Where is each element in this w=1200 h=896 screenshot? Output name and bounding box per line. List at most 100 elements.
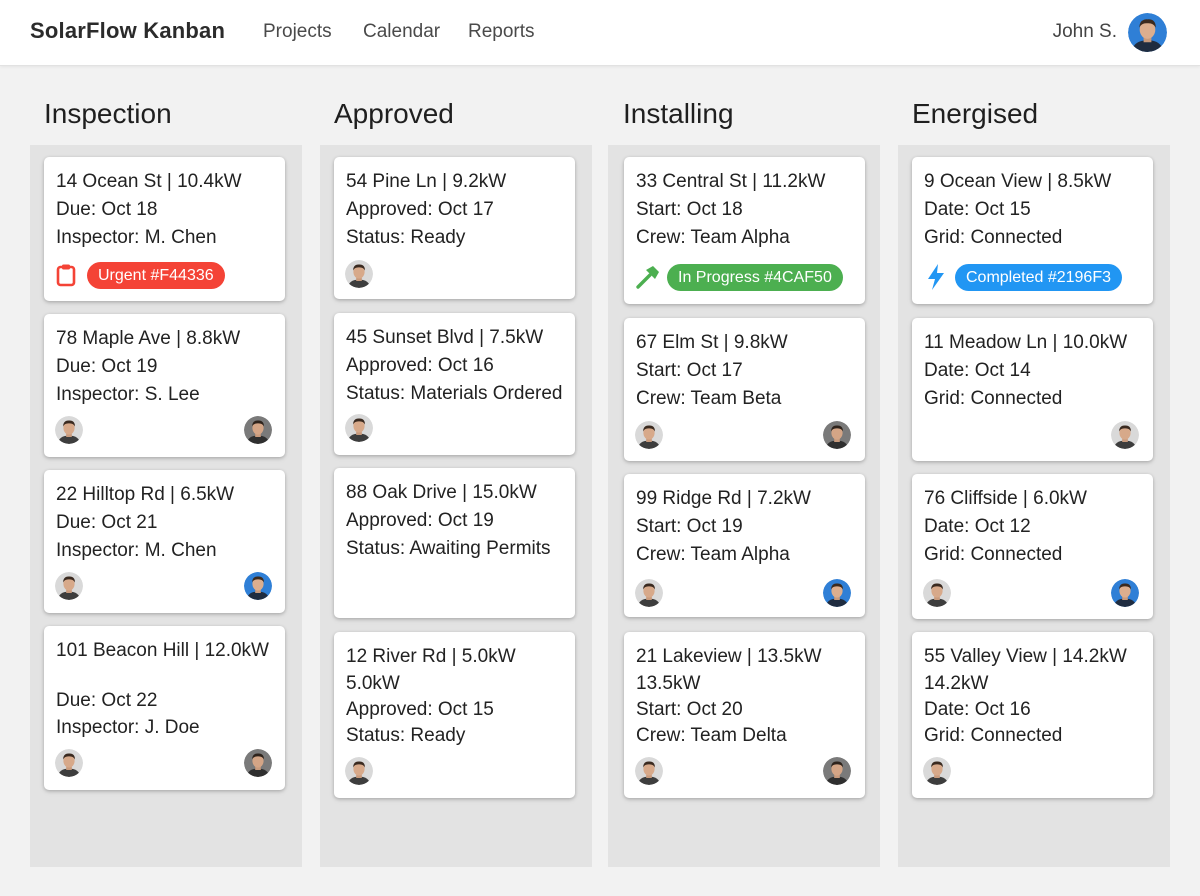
card-address: 55 Valley View | 14.2kW xyxy=(924,646,1127,667)
project-card[interactable]: 33 Central St | 11.2kW Start: Oct 18 Cre… xyxy=(624,157,865,304)
avatar xyxy=(635,757,663,785)
project-card[interactable]: 9 Ocean View | 8.5kW Date: Oct 15 Grid: … xyxy=(912,157,1153,304)
card-detail: Crew: Team Delta xyxy=(636,725,787,746)
avatar xyxy=(55,572,83,600)
card-detail: Grid: Connected xyxy=(924,544,1063,565)
column-title-inspection: Inspection xyxy=(44,98,172,129)
avatar xyxy=(244,572,272,600)
project-card[interactable]: 54 Pine Ln | 9.2kW Approved: Oct 17 Stat… xyxy=(334,157,575,299)
in-progress-badge: In Progress #4CAF50 xyxy=(667,264,843,291)
card-detail: Start: Oct 20 xyxy=(636,699,743,720)
card-address: 14 Ocean St | 10.4kW xyxy=(56,171,242,192)
card-detail: Crew: Team Beta xyxy=(636,388,782,409)
card-detail: Approved: Oct 17 xyxy=(346,199,494,220)
card-detail: Due: Oct 18 xyxy=(56,199,158,220)
user-avatar[interactable] xyxy=(1128,13,1167,52)
card-detail: Grid: Connected xyxy=(924,725,1063,746)
card-detail: Due: Oct 19 xyxy=(56,356,158,377)
user-name[interactable]: John S. xyxy=(1053,21,1117,43)
project-card[interactable]: 67 Elm St | 9.8kW Start: Oct 17 Crew: Te… xyxy=(624,318,865,461)
card-detail: Inspector: M. Chen xyxy=(56,227,217,248)
card-detail: 14.2kW xyxy=(924,673,989,694)
card-address: 12 River Rd | 5.0kW xyxy=(346,646,516,667)
card-address: 21 Lakeview | 13.5kW xyxy=(636,646,822,667)
card-detail: Approved: Oct 16 xyxy=(346,355,494,376)
card-address: 11 Meadow Ln | 10.0kW xyxy=(924,332,1128,353)
card-detail: Due: Oct 22 xyxy=(56,690,158,711)
card-detail: Grid: Connected xyxy=(924,388,1063,409)
card-detail: Start: Oct 19 xyxy=(636,516,743,537)
avatar xyxy=(244,416,272,444)
card-detail: Due: Oct 21 xyxy=(56,512,158,533)
card-detail: Inspector: S. Lee xyxy=(56,384,200,405)
card-address: 78 Maple Ave | 8.8kW xyxy=(56,328,241,349)
card-detail: 5.0kW xyxy=(346,673,400,694)
avatar xyxy=(55,749,83,777)
project-card[interactable]: 12 River Rd | 5.0kW 5.0kW Approved: Oct … xyxy=(334,632,575,798)
nav-reports[interactable]: Reports xyxy=(468,21,535,43)
card-detail: Crew: Team Alpha xyxy=(636,544,790,565)
project-card[interactable]: 21 Lakeview | 13.5kW 13.5kW Start: Oct 2… xyxy=(624,632,865,798)
card-detail: Inspector: J. Doe xyxy=(56,717,200,738)
card-address: 9 Ocean View | 8.5kW xyxy=(924,171,1112,192)
card-detail: Date: Oct 14 xyxy=(924,360,1031,381)
card-detail: Approved: Oct 15 xyxy=(346,699,494,720)
project-card[interactable]: 55 Valley View | 14.2kW 14.2kW Date: Oct… xyxy=(912,632,1153,798)
card-address: 67 Elm St | 9.8kW xyxy=(636,332,788,353)
avatar xyxy=(345,414,373,442)
card-detail: Start: Oct 18 xyxy=(636,199,743,220)
project-card[interactable]: 99 Ridge Rd | 7.2kW Start: Oct 19 Crew: … xyxy=(624,474,865,617)
card-address: 76 Cliffside | 6.0kW xyxy=(924,488,1087,509)
avatar xyxy=(923,757,951,785)
avatar xyxy=(635,579,663,607)
card-detail: 13.5kW xyxy=(636,673,701,694)
hammer-icon xyxy=(636,266,659,289)
card-detail: Status: Ready xyxy=(346,725,466,746)
card-address: 33 Central St | 11.2kW xyxy=(636,171,826,192)
avatar xyxy=(823,421,851,449)
project-card[interactable]: 14 Ocean St | 10.4kW Due: Oct 18 Inspect… xyxy=(44,157,285,301)
card-detail: Start: Oct 17 xyxy=(636,360,743,381)
card-address: 88 Oak Drive | 15.0kW xyxy=(346,482,537,503)
project-card[interactable]: 88 Oak Drive | 15.0kW Approved: Oct 19 S… xyxy=(334,468,575,618)
card-detail: Grid: Connected xyxy=(924,227,1063,248)
project-card[interactable]: 22 Hilltop Rd | 6.5kW Due: Oct 21 Inspec… xyxy=(44,470,285,613)
card-address: 101 Beacon Hill | 12.0kW xyxy=(56,640,269,661)
avatar xyxy=(1111,579,1139,607)
lightning-bolt-icon xyxy=(928,264,944,290)
app-title: SolarFlow Kanban xyxy=(30,18,226,43)
column-title-energised: Energised xyxy=(912,98,1039,129)
card-detail: Date: Oct 16 xyxy=(924,699,1031,720)
avatar xyxy=(345,260,373,288)
card-detail: Status: Ready xyxy=(346,227,466,248)
avatar xyxy=(635,421,663,449)
urgent-badge: Urgent #F44336 xyxy=(87,262,225,289)
project-card[interactable]: 11 Meadow Ln | 10.0kW Date: Oct 14 Grid:… xyxy=(912,318,1153,461)
avatar xyxy=(923,579,951,607)
nav-calendar[interactable]: Calendar xyxy=(363,21,440,43)
clipboard-icon xyxy=(56,264,76,287)
top-navbar: SolarFlow Kanban Projects Calendar Repor… xyxy=(0,0,1200,66)
avatar xyxy=(1111,421,1139,449)
project-card[interactable]: 45 Sunset Blvd | 7.5kW Approved: Oct 16 … xyxy=(334,313,575,455)
card-detail: Status: Materials Ordered xyxy=(346,383,563,404)
project-card[interactable]: 78 Maple Ave | 8.8kW Due: Oct 19 Inspect… xyxy=(44,314,285,457)
card-detail: Date: Oct 15 xyxy=(924,199,1031,220)
column-title-installing: Installing xyxy=(623,98,734,129)
card-address: 99 Ridge Rd | 7.2kW xyxy=(636,488,811,509)
card-detail: Status: Awaiting Permits xyxy=(346,538,551,559)
column-title-approved: Approved xyxy=(334,98,454,129)
avatar xyxy=(244,749,272,777)
card-detail: Inspector: M. Chen xyxy=(56,540,217,561)
card-detail: Crew: Team Alpha xyxy=(636,227,790,248)
project-card[interactable]: 101 Beacon Hill | 12.0kW Due: Oct 22 Ins… xyxy=(44,626,285,790)
completed-badge: Completed #2196F3 xyxy=(955,264,1122,291)
card-address: 54 Pine Ln | 9.2kW xyxy=(346,171,507,192)
nav-projects[interactable]: Projects xyxy=(263,21,332,43)
avatar xyxy=(55,416,83,444)
project-card[interactable]: 76 Cliffside | 6.0kW Date: Oct 12 Grid: … xyxy=(912,474,1153,619)
card-detail: Date: Oct 12 xyxy=(924,516,1031,537)
avatar xyxy=(823,757,851,785)
card-address: 45 Sunset Blvd | 7.5kW xyxy=(346,327,544,348)
card-address: 22 Hilltop Rd | 6.5kW xyxy=(56,484,235,505)
